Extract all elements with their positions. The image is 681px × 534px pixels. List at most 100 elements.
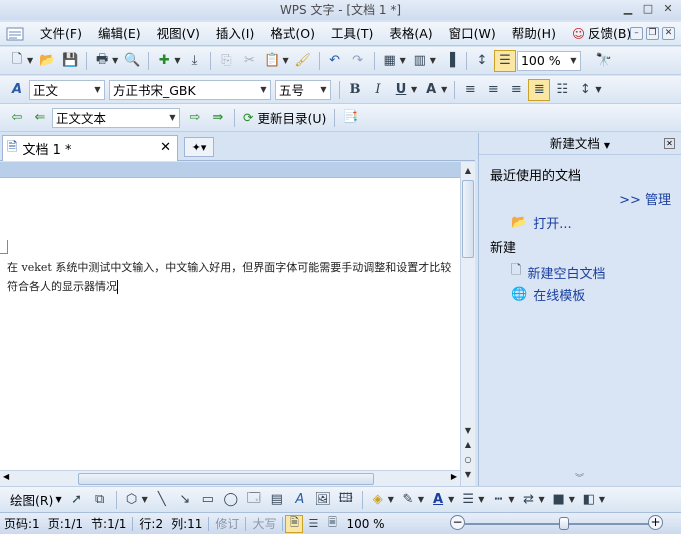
task-pane-header[interactable]: 新建文档 ▼ ✕: [479, 133, 681, 155]
open-icon[interactable]: 📂: [36, 50, 58, 72]
close-pane-icon[interactable]: ✕: [664, 138, 675, 149]
close-icon[interactable]: ✕: [661, 3, 675, 16]
chevron-down-icon[interactable]: ▼: [567, 52, 580, 70]
clipart-icon[interactable]: 🖼: [312, 489, 334, 511]
insert-object-icon[interactable]: ✚: [153, 50, 175, 72]
wordart-icon[interactable]: A: [289, 489, 311, 511]
chevron-down-icon[interactable]: ▼: [317, 81, 330, 99]
picture-icon[interactable]: 🖽: [335, 489, 357, 511]
doc-map-icon[interactable]: ☰: [493, 49, 516, 72]
menu-help[interactable]: 帮助(H): [504, 23, 564, 45]
document-body[interactable]: 在 veket 系统中测试中文输入，中文输入好用，但界面字体可能需要手动调整和设…: [7, 258, 459, 296]
arrow-style-icon[interactable]: ⇄: [518, 489, 540, 511]
menu-file[interactable]: 文件(F): [32, 23, 90, 45]
scroll-left-icon[interactable]: ◀: [3, 472, 9, 481]
line-style-icon[interactable]: ☰: [457, 489, 479, 511]
print-preview-icon[interactable]: 🔍: [121, 50, 143, 72]
scroll-right-icon[interactable]: ▶: [451, 472, 457, 481]
show-marks-icon[interactable]: ↕: [471, 50, 493, 72]
menu-tools[interactable]: 工具(T): [323, 23, 381, 45]
arrow-icon[interactable]: ↘: [174, 489, 196, 511]
promote-icon[interactable]: ⇐: [29, 107, 51, 129]
chevron-down-icon[interactable]: ▼: [257, 81, 270, 99]
scroll-up-icon[interactable]: ▲: [462, 164, 474, 177]
line-spacing-icon[interactable]: ↕: [574, 79, 596, 101]
draw-menu[interactable]: 绘图(R) ▼: [6, 490, 66, 509]
vertical-textbox-icon[interactable]: ▤: [266, 489, 288, 511]
autoshapes-icon[interactable]: ⬡: [121, 489, 143, 511]
prev-page-icon[interactable]: ▲: [462, 438, 474, 451]
next-page-icon[interactable]: ▼: [462, 468, 474, 481]
menu-insert[interactable]: 插入(I): [208, 23, 262, 45]
demote-body-icon[interactable]: ⇛: [207, 107, 229, 129]
select-objects-icon[interactable]: ⧉: [89, 489, 111, 511]
cut-icon[interactable]: ✂: [238, 50, 260, 72]
align-right-icon[interactable]: ≡: [505, 79, 527, 101]
zoom-combo[interactable]: 100 % ▼: [516, 50, 581, 71]
distribute-icon[interactable]: ☷: [551, 79, 573, 101]
new-blank-link[interactable]: 🗋 新建空白文档: [511, 261, 605, 283]
update-toc-button[interactable]: ⟳ 更新目录(U): [239, 108, 330, 127]
vertical-scroll-thumb[interactable]: [462, 180, 474, 258]
textbox-icon[interactable]: 🗔: [243, 489, 265, 511]
maximize-icon[interactable]: □: [641, 3, 655, 16]
redo-icon[interactable]: ↷: [347, 50, 369, 72]
zoom-in-icon[interactable]: +: [648, 515, 663, 530]
doc-close-icon[interactable]: ✕: [662, 27, 675, 40]
expand-icon[interactable]: ︾: [575, 471, 584, 484]
align-center-icon[interactable]: ≡: [482, 79, 504, 101]
chart-icon[interactable]: ▐: [439, 50, 461, 72]
vertical-scrollbar[interactable]: ▲ ▼ ▲ ○ ▼: [460, 162, 475, 486]
font-combo[interactable]: 方正书宋_GBK ▼: [109, 79, 271, 100]
page-break-icon[interactable]: ⤓: [183, 50, 205, 72]
dash-style-icon[interactable]: ┅: [487, 489, 509, 511]
minimize-icon[interactable]: ▁: [621, 3, 635, 16]
line-color-icon[interactable]: ✎: [397, 489, 419, 511]
rectangle-icon[interactable]: ▭: [197, 489, 219, 511]
copy-icon[interactable]: ⎘: [215, 50, 237, 72]
menu-table[interactable]: 表格(A): [381, 23, 440, 45]
open-link[interactable]: 📂 打开...: [511, 213, 572, 232]
shadow-icon[interactable]: ■: [548, 489, 570, 511]
online-templates-link[interactable]: 🌐 在线模板: [511, 285, 585, 304]
menu-window[interactable]: 窗口(W): [441, 23, 504, 45]
doc-minimize-icon[interactable]: –: [630, 27, 643, 40]
scroll-down-icon[interactable]: ▼: [462, 424, 474, 437]
new-tab-button[interactable]: ✦▾: [184, 137, 214, 157]
3d-icon[interactable]: ◧: [578, 489, 600, 511]
columns-icon[interactable]: ▥: [409, 50, 431, 72]
manage-link[interactable]: >> 管理: [619, 189, 671, 208]
chevron-down-icon[interactable]: ▼: [91, 81, 104, 99]
italic-icon[interactable]: I: [367, 79, 389, 101]
size-combo[interactable]: 五号 ▼: [275, 79, 331, 100]
menu-feedback[interactable]: ☺ 反馈(B): [564, 23, 639, 45]
status-revise[interactable]: 修订: [211, 515, 243, 532]
text-effects-icon[interactable]: A: [420, 79, 442, 101]
justify-icon[interactable]: ≣: [528, 78, 551, 101]
page-view-icon[interactable]: 🗎: [285, 514, 304, 533]
web-view-icon[interactable]: 🗏: [323, 515, 341, 533]
underline-icon[interactable]: U: [390, 79, 412, 101]
menu-edit[interactable]: 编辑(E): [90, 23, 149, 45]
zoom-thumb[interactable]: [559, 517, 570, 530]
menu-view[interactable]: 视图(V): [149, 23, 208, 45]
browse-object-icon[interactable]: ○: [462, 453, 474, 466]
styles-icon[interactable]: A: [6, 79, 28, 101]
select-pointer-icon[interactable]: ➚: [66, 489, 88, 511]
toc-icon[interactable]: 📑: [339, 107, 361, 129]
print-icon[interactable]: 🖶: [91, 50, 113, 72]
save-icon[interactable]: 💾: [59, 50, 81, 72]
horizontal-scrollbar[interactable]: ◀ ▶: [0, 470, 460, 486]
bold-icon[interactable]: B: [344, 79, 366, 101]
zoom-out-icon[interactable]: −: [450, 515, 465, 530]
zoom-track[interactable]: [464, 523, 650, 525]
tab-document-1[interactable]: 🗎 文档 1 * ✕: [2, 135, 178, 161]
line-icon[interactable]: ╲: [151, 489, 173, 511]
new-doc-icon[interactable]: 🗋: [6, 50, 28, 72]
paste-icon[interactable]: 📋: [261, 50, 283, 72]
demote-icon[interactable]: ⇨: [184, 107, 206, 129]
insert-table-icon[interactable]: ▦: [379, 50, 401, 72]
document-page[interactable]: 在 veket 系统中测试中文输入，中文输入好用，但界面字体可能需要手动调整和设…: [0, 178, 460, 470]
find-icon[interactable]: 🔭: [593, 50, 615, 72]
undo-icon[interactable]: ↶: [324, 50, 346, 72]
